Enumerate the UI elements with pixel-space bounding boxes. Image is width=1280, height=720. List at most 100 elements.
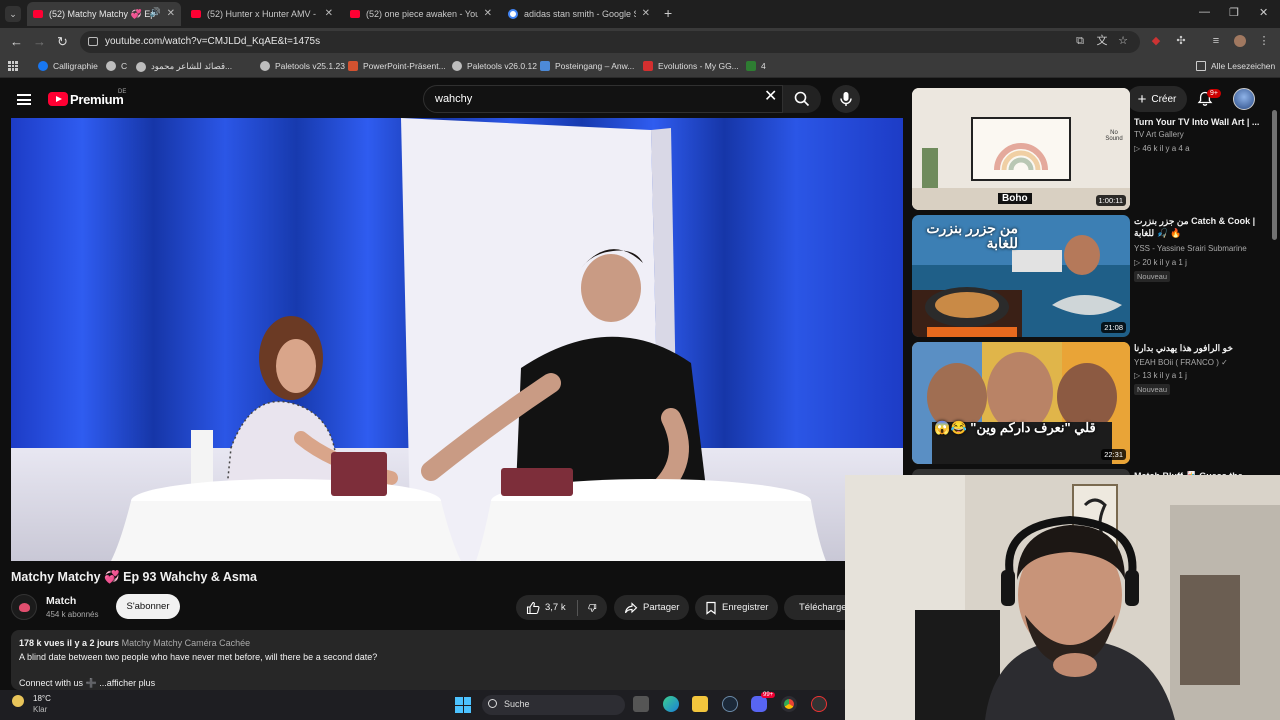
task-view-icon[interactable] <box>633 696 649 712</box>
restore-icon[interactable]: ❐ <box>1229 6 1239 19</box>
speaker-icon: 🔊 <box>149 7 161 17</box>
channel-avatar[interactable] <box>11 594 37 620</box>
bookmark-calligraphie[interactable]: Calligraphie <box>38 61 98 71</box>
install-app-icon[interactable]: ⧉ <box>1074 35 1086 47</box>
clear-search-icon[interactable]: ✕ <box>764 89 777 105</box>
chrome-icon[interactable] <box>781 696 797 712</box>
tab-hunter-x-hunter[interactable]: (52) Hunter x Hunter AMV - Ma ✕ <box>185 2 339 26</box>
file-explorer-icon[interactable] <box>692 696 708 712</box>
share-label: Partager <box>643 602 680 613</box>
recommendation-thumbnail[interactable]: قلي "نعرف داركم وين" 😂😱 22:31 <box>912 342 1130 464</box>
bookmark-c[interactable]: C <box>106 61 127 71</box>
mail-icon <box>540 61 550 71</box>
tab-google-search[interactable]: adidas stan smith - Google Suc ✕ <box>502 2 656 26</box>
share-button[interactable]: Partager <box>614 595 690 620</box>
discord-icon[interactable] <box>751 696 767 712</box>
video-player[interactable] <box>11 118 903 561</box>
like-count: 3,7 k <box>545 602 566 613</box>
new-tab-button[interactable]: + <box>664 5 672 21</box>
recommendation-title[interactable]: Turn Your TV Into Wall Art | ... <box>1134 116 1274 128</box>
search-button[interactable] <box>783 85 821 113</box>
globe-icon <box>260 61 270 71</box>
recommendation-channel[interactable]: TV Art Gallery <box>1134 130 1184 139</box>
tab-one-piece[interactable]: (52) one piece awaken - YouTu ✕ <box>344 2 498 26</box>
recommendation-item[interactable]: Boho No Sound 1:00:11 Turn Your TV Into … <box>912 88 1272 210</box>
thumbs-down-icon[interactable] <box>588 601 597 615</box>
back-icon[interactable]: ← <box>10 34 23 49</box>
tab-close-icon[interactable]: ✕ <box>325 8 333 19</box>
site-info-icon[interactable] <box>88 37 98 46</box>
thumbnail-caption: Boho <box>998 193 1032 204</box>
menu-hamburger-icon[interactable] <box>17 94 31 105</box>
streamer-webcam-image <box>845 475 1280 720</box>
window-close-icon[interactable]: ✕ <box>1259 6 1268 19</box>
subscribe-button[interactable]: S'abonner <box>116 594 180 619</box>
description-box[interactable]: 178 k vues il y a 2 jours Matchy Matchy … <box>11 630 851 690</box>
bookmark-qasaid[interactable]: قصائد للشاعر محمود... <box>136 61 232 72</box>
edge-browser-icon[interactable] <box>663 696 679 712</box>
discord-unread-badge: 99+ <box>761 692 776 698</box>
bookmark-star-icon[interactable]: ☆ <box>1117 35 1129 47</box>
yeah-boii-thumbnail <box>912 342 1130 464</box>
all-bookmarks-folder[interactable]: Alle Lesezeichen <box>1196 61 1275 71</box>
streaming-app-icon[interactable] <box>811 696 827 712</box>
recommendation-thumbnail[interactable]: Boho No Sound 1:00:11 <box>912 88 1130 210</box>
search-icon <box>488 699 497 708</box>
google-favicon-icon <box>508 9 518 19</box>
windows-start-icon[interactable] <box>455 697 471 713</box>
apps-grid-icon[interactable] <box>8 61 18 71</box>
tab-title: adidas stan smith - Google Suc <box>524 9 636 19</box>
bookmark-4[interactable]: 4 <box>746 61 766 71</box>
recommendation-channel[interactable]: YEAH BOii ( FRANCO ) ✓ <box>1134 358 1228 367</box>
temperature: 18°C <box>33 694 51 703</box>
download-button[interactable]: Télécharger <box>784 595 845 620</box>
bookmark-powerpoint[interactable]: PowerPoint-Präsent... <box>348 61 446 71</box>
tab-close-icon[interactable]: ✕ <box>642 8 650 19</box>
recommendation-thumbnail[interactable]: من جزرر بنزرت للغابة 21:08 <box>912 215 1130 337</box>
voice-search-button[interactable] <box>832 85 860 113</box>
browser-tab-bar: ⌄ (52) Matchy Matchy 💞 Ep 🔊 ✕ (52) Hunte… <box>0 0 1280 28</box>
recommendation-channel[interactable]: YSS - Yassine Srairi Submarine <box>1134 244 1247 253</box>
youtube-logo-icon[interactable] <box>48 92 68 106</box>
youtube-premium-label[interactable]: Premium <box>70 92 124 107</box>
search-input[interactable]: wahchy <box>423 85 783 113</box>
video-duration: 22:31 <box>1101 449 1126 460</box>
tab-search-button[interactable]: ⌄ <box>5 6 21 22</box>
region-code: DE <box>118 89 127 95</box>
tab-close-icon[interactable]: ✕ <box>484 8 492 19</box>
url-bar[interactable]: youtube.com/watch?v=CMJLDd_KqAE&t=1475s <box>80 31 1140 53</box>
profile-avatar-icon[interactable] <box>1234 35 1246 47</box>
bookmark-evolutions[interactable]: Evolutions - My GG... <box>643 61 739 71</box>
bookmark-posteingang[interactable]: Posteingang – Anw... <box>540 61 634 71</box>
recommendation-title[interactable]: خو الرافور هذا يهدني بدارنا <box>1134 342 1274 354</box>
extension-shield-icon[interactable]: ◆ <box>1150 35 1162 47</box>
globe-icon <box>136 61 146 72</box>
tab-close-icon[interactable]: ✕ <box>167 8 175 19</box>
steam-icon[interactable] <box>722 696 738 712</box>
reading-list-icon[interactable]: ≡ <box>1210 35 1222 47</box>
taskbar-search-input[interactable]: Suche <box>482 695 625 715</box>
recommendation-title[interactable]: من جزر بنزرت Catch & Cook | للغابة 🎣 🔥 <box>1134 215 1274 239</box>
bookmark-paletools-26[interactable]: Paletools v26.0.12 <box>452 61 537 71</box>
like-button[interactable]: 3,7 k <box>526 601 566 615</box>
extensions-puzzle-icon[interactable]: ✣ <box>1175 35 1187 47</box>
sidebar-scrollbar[interactable] <box>1272 110 1277 240</box>
bookmark-paletools-25[interactable]: Paletools v25.1.23 <box>260 61 345 71</box>
browser-menu-icon[interactable]: ⋮ <box>1258 35 1270 47</box>
recommendation-meta: ▷ 20 k il y a 1 j <box>1134 258 1187 267</box>
save-button[interactable]: Enregistrer <box>695 595 779 620</box>
translate-icon[interactable]: 文 <box>1096 35 1108 47</box>
youtube-favicon-icon <box>191 10 201 18</box>
tab-matchy-matchy[interactable]: (52) Matchy Matchy 💞 Ep 🔊 ✕ <box>27 2 181 26</box>
show-more-link[interactable]: Connect with us ➕ ...afficher plus <box>19 678 155 689</box>
channel-name[interactable]: Match <box>46 595 76 607</box>
reload-icon[interactable]: ↻ <box>57 34 68 50</box>
recommendation-item[interactable]: من جزرر بنزرت للغابة 21:08 من جزر بنزرت … <box>912 215 1272 337</box>
minimize-icon[interactable]: — <box>1199 6 1210 18</box>
recommendation-item[interactable]: قلي "نعرف داركم وين" 😂😱 22:31 خو الرافور… <box>912 342 1272 464</box>
address-toolbar: ← → ↻ youtube.com/watch?v=CMJLDd_KqAE&t=… <box>0 28 1280 56</box>
video-tags[interactable]: Matchy Matchy Caméra Cachée <box>122 638 251 648</box>
like-divider <box>576 599 578 616</box>
forward-icon[interactable]: → <box>33 34 46 49</box>
weather-moon-icon[interactable] <box>12 695 24 707</box>
